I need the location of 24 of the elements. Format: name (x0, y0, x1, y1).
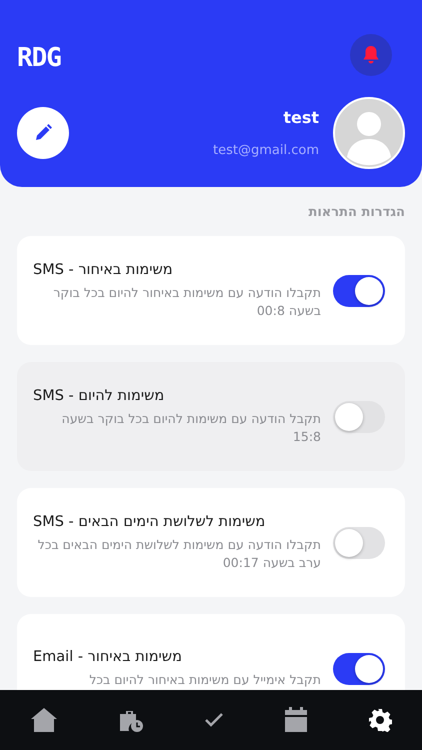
user-email: test@gmail.com (213, 143, 319, 158)
setting-description: תקבלו הודעה עם משימות לשלושת הימים הבאים בכל ערב בשעה 00:17 (36, 536, 321, 572)
toggle-switch[interactable] (333, 400, 385, 432)
setting-description: תקבלו הודעה עם משימות באיחור להיום בכל בוקר בשעה 00:8 (52, 284, 321, 320)
user-name: test (283, 108, 319, 127)
home-icon (30, 707, 58, 733)
toggle-switch[interactable] (333, 274, 385, 306)
setting-title: משימות להיום - SMS (33, 388, 166, 404)
setting-title: משימות באיחור - Email (33, 648, 183, 664)
setting-title: משימות לשלושת הימים הבאים - SMS (33, 514, 266, 530)
setting-description: תקבל הודעה עם משימות להיום בכל בוקר בשעה 15:8 (60, 410, 321, 446)
avatar (333, 97, 405, 169)
calendar-icon (284, 707, 308, 733)
toggle-switch[interactable] (333, 526, 385, 558)
setting-title: משימות באיחור - SMS (33, 262, 174, 278)
bell-icon (362, 45, 380, 65)
setting-description: תקבל אימייל עם משימות באיחור להיום בכל (88, 670, 321, 688)
edit-button[interactable] (17, 107, 69, 159)
section-title: הגדרות התראות (307, 204, 406, 220)
settings-icon (368, 708, 392, 732)
pencil-icon (33, 123, 53, 143)
logo: RDG (17, 43, 61, 73)
checkmark-icon (204, 712, 224, 728)
toggle-switch[interactable] (333, 652, 385, 684)
